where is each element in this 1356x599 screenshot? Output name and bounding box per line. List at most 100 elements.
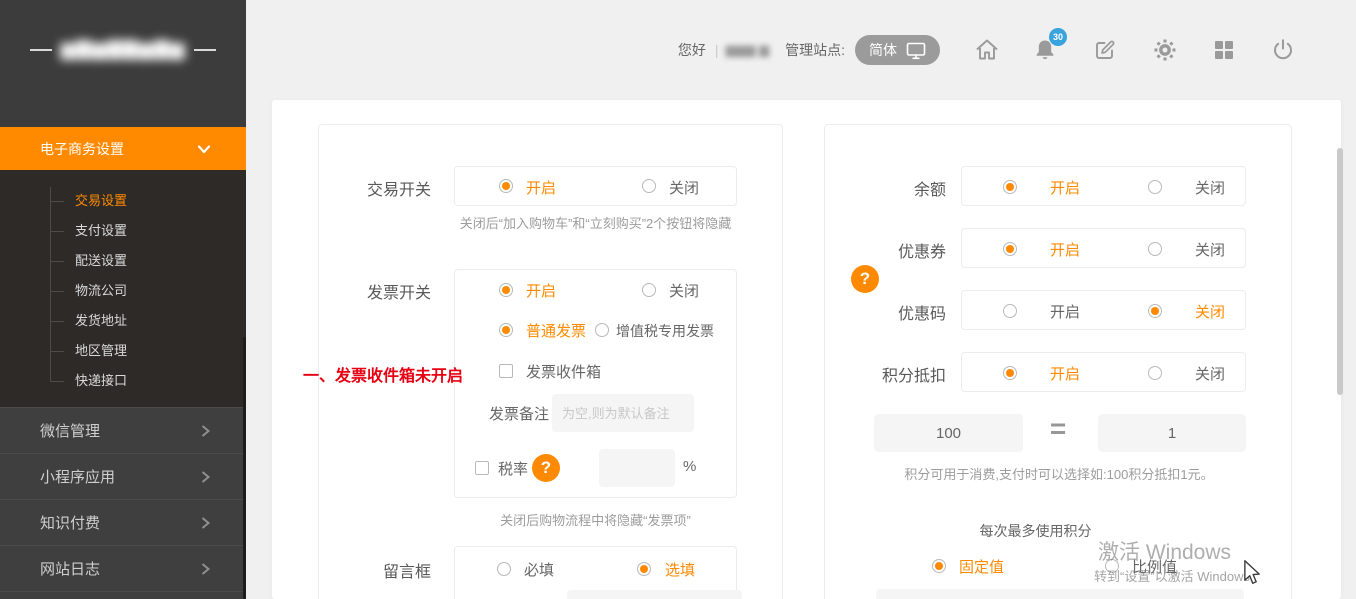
sidebar-item-payment-settings[interactable]: 支付设置 xyxy=(75,216,127,246)
balance-switch-group: 开启 关闭 xyxy=(961,166,1246,206)
invoice-switch-label: 发票开关 xyxy=(319,279,431,303)
points-hint: 积分可用于消费,支付时可以选择如:100积分抵扣1元。 xyxy=(849,464,1269,485)
chevron-right-icon xyxy=(198,562,212,576)
separator: | xyxy=(715,42,719,58)
message-optional-label[interactable]: 选填 xyxy=(665,559,695,580)
coupon-switch-group: 开启 关闭 xyxy=(961,228,1246,268)
message-box-label: 留言框 xyxy=(319,558,431,582)
help-icon[interactable]: ? xyxy=(851,265,879,293)
balance-off-radio[interactable] xyxy=(1148,180,1162,194)
message-required-radio[interactable] xyxy=(497,562,511,576)
message-required-label[interactable]: 必填 xyxy=(524,559,554,580)
promo-code-switch-group: 开启 关闭 xyxy=(961,290,1246,330)
invoice-type-normal-label[interactable]: 普通发票 xyxy=(526,320,586,341)
points-on-label[interactable]: 开启 xyxy=(1050,363,1080,384)
home-icon[interactable] xyxy=(974,37,1000,63)
message-box-group: 必填 选填 xyxy=(454,546,737,599)
power-icon[interactable] xyxy=(1270,37,1296,63)
language-site-switcher[interactable]: 简体 xyxy=(855,35,940,65)
trade-switch-label: 交易开关 xyxy=(319,176,431,200)
sidebar-group-knowledge-pay[interactable]: 知识付费 xyxy=(0,499,246,545)
apps-grid-icon[interactable] xyxy=(1212,38,1236,62)
trade-off-radio[interactable] xyxy=(642,179,656,193)
sidebar-group-miniprogram-apps[interactable]: 小程序应用 xyxy=(0,453,246,499)
invoice-switch-hint: 关闭后购物流程中将隐藏“发票项” xyxy=(454,510,737,531)
coupon-on-label[interactable]: 开启 xyxy=(1050,239,1080,260)
coupon-on-radio[interactable] xyxy=(1003,242,1017,256)
gear-icon[interactable] xyxy=(1152,37,1178,63)
promo-code-on-label[interactable]: 开启 xyxy=(1050,301,1080,322)
coupon-off-radio[interactable] xyxy=(1148,242,1162,256)
invoice-on-label[interactable]: 开启 xyxy=(526,280,556,301)
tree-tick xyxy=(50,381,64,382)
tax-help-icon[interactable]: ? xyxy=(532,454,560,482)
points-amount-input[interactable] xyxy=(874,414,1023,452)
max-points-input-partial[interactable] xyxy=(876,589,1244,599)
invoice-switch-group: 开启 关闭 普通发票 增值税专用发票 发票收件箱 发票备注 税率 ? % xyxy=(454,269,737,498)
sidebar-group-wechat-management[interactable]: 微信管理 xyxy=(0,407,246,453)
manage-site-label: 管理站点: xyxy=(785,40,845,60)
message-optional-radio[interactable] xyxy=(637,562,651,576)
tree-tick xyxy=(50,231,64,232)
points-off-label[interactable]: 关闭 xyxy=(1195,363,1225,384)
sidebar-group-site-logs[interactable]: 网站日志 xyxy=(0,545,246,591)
sidebar-item-label: 交易设置 xyxy=(75,193,127,208)
invoice-type-vat-radio[interactable] xyxy=(595,323,609,337)
invoice-inbox-label[interactable]: 发票收件箱 xyxy=(526,361,601,382)
tax-rate-label[interactable]: 税率 xyxy=(498,458,528,479)
points-on-radio[interactable] xyxy=(1003,366,1017,380)
yuan-amount-input[interactable] xyxy=(1098,414,1246,452)
trade-switch-group: 开启 关闭 xyxy=(454,166,737,206)
trade-on-radio[interactable] xyxy=(499,179,513,193)
invoice-on-radio[interactable] xyxy=(499,283,513,297)
chevron-right-icon xyxy=(198,424,212,438)
sidebar-item-express-interface[interactable]: 快递接口 xyxy=(75,366,127,396)
invoice-type-normal-radio[interactable] xyxy=(499,323,513,337)
points-deduction-switch-group: 开启 关闭 xyxy=(961,352,1246,392)
content-scrollbar[interactable] xyxy=(1337,148,1343,395)
mouse-cursor xyxy=(1243,560,1262,586)
points-off-radio[interactable] xyxy=(1148,366,1162,380)
tax-rate-checkbox[interactable] xyxy=(475,461,489,475)
promo-code-off-radio[interactable] xyxy=(1148,304,1162,318)
invoice-remark-label: 发票备注 xyxy=(475,403,549,424)
tax-rate-input[interactable] xyxy=(599,449,675,487)
promo-code-on-radio[interactable] xyxy=(1003,304,1017,318)
trade-on-label[interactable]: 开启 xyxy=(526,177,556,198)
tree-tick xyxy=(50,291,64,292)
message-input-partial[interactable] xyxy=(567,590,742,599)
sidebar-item-label: 物流公司 xyxy=(75,283,127,298)
sidebar-group-label: 网站日志 xyxy=(40,558,100,579)
sidebar-group-ecommerce-settings[interactable]: 电子商务设置 xyxy=(0,127,246,170)
balance-on-radio[interactable] xyxy=(1003,180,1017,194)
balance-off-label[interactable]: 关闭 xyxy=(1195,177,1225,198)
sidebar-item-logistics-company[interactable]: 物流公司 xyxy=(75,276,127,306)
fixed-value-radio[interactable] xyxy=(932,559,946,573)
sidebar-item-shipping-address[interactable]: 发货地址 xyxy=(75,306,127,336)
logo-dash-right xyxy=(194,49,216,51)
invoice-remark-input[interactable] xyxy=(552,394,694,432)
greeting-text: 您好 xyxy=(678,40,706,60)
invoice-inbox-checkbox[interactable] xyxy=(499,364,513,378)
topbar: 您好 | ▆▆▆ ▆ 管理站点: 简体 30 xyxy=(246,0,1356,100)
sidebar-item-delivery-settings[interactable]: 配送设置 xyxy=(75,246,127,276)
fixed-value-label[interactable]: 固定值 xyxy=(959,556,1004,577)
sidebar-group-label: 电子商务设置 xyxy=(40,139,124,159)
trade-off-label[interactable]: 关闭 xyxy=(669,177,699,198)
logo: ▆▇▆▇▇▆▇▆ xyxy=(0,38,246,61)
tree-tick xyxy=(50,351,64,352)
invoice-off-radio[interactable] xyxy=(642,283,656,297)
sidebar-item-trade-settings[interactable]: 交易设置 xyxy=(75,186,127,216)
tree-tick xyxy=(50,321,64,322)
logo-dash-left xyxy=(30,49,52,51)
invoice-off-label[interactable]: 关闭 xyxy=(669,280,699,301)
compose-icon[interactable] xyxy=(1092,37,1118,63)
sidebar-item-label: 发货地址 xyxy=(75,313,127,328)
invoice-type-vat-label[interactable]: 增值税专用发票 xyxy=(616,321,714,341)
sidebar-scrollbar[interactable] xyxy=(243,337,246,599)
balance-on-label[interactable]: 开启 xyxy=(1050,177,1080,198)
sidebar-item-region-management[interactable]: 地区管理 xyxy=(75,336,127,366)
bell-icon[interactable]: 30 xyxy=(1032,37,1058,63)
coupon-off-label[interactable]: 关闭 xyxy=(1195,239,1225,260)
promo-code-off-label[interactable]: 关闭 xyxy=(1195,301,1225,322)
